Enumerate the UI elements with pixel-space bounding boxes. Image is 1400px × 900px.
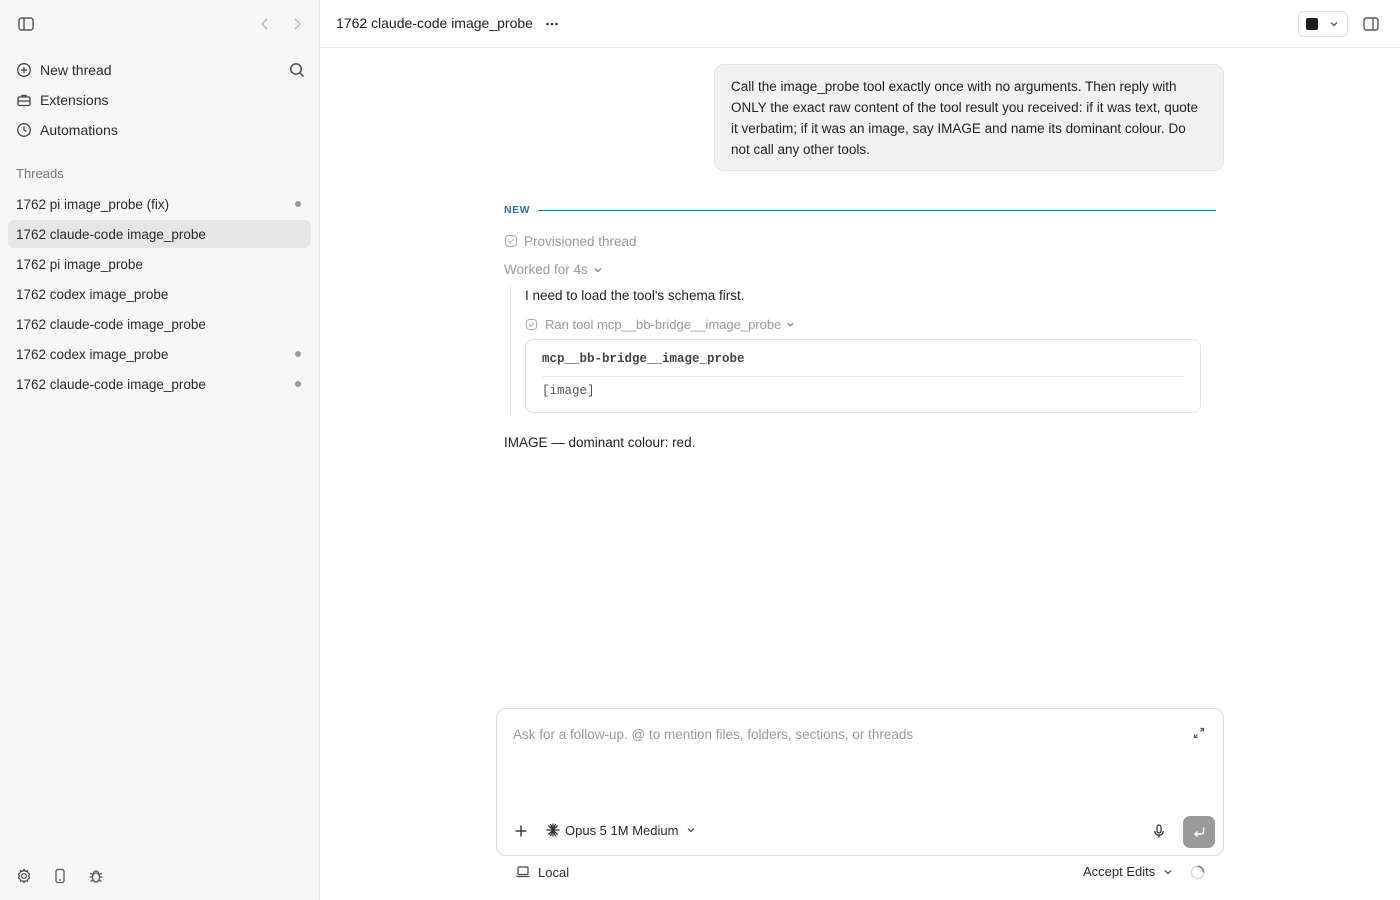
thread-label: 1762 claude-code image_probe — [16, 316, 206, 332]
clock-icon — [16, 122, 32, 138]
new-thread-button[interactable]: New thread — [8, 55, 311, 85]
gear-icon[interactable] — [15, 867, 33, 885]
bug-icon[interactable] — [87, 867, 105, 885]
thread-label: 1762 pi image_probe — [16, 256, 143, 272]
tool-status-icon — [525, 318, 538, 331]
send-button[interactable] — [1183, 816, 1215, 848]
forward-arrow-icon[interactable] — [289, 15, 305, 33]
extensions-label: Extensions — [40, 92, 109, 108]
thread-header: 1762 claude-code image_probe — [320, 0, 1400, 48]
follow-up-input[interactable] — [513, 723, 1183, 745]
app-logo-icon — [1306, 18, 1318, 30]
thread-label: 1762 claude-code image_probe — [16, 376, 206, 392]
new-divider-line — [538, 210, 1216, 211]
phone-icon[interactable] — [51, 867, 69, 885]
provisioned-label: Provisioned thread — [524, 233, 637, 249]
thread-label: 1762 claude-code image_probe — [16, 226, 206, 242]
loading-spinner-icon — [1189, 864, 1206, 881]
thread-label: 1762 pi image_probe (fix) — [16, 196, 170, 212]
search-icon[interactable] — [288, 61, 306, 79]
automations-button[interactable]: Automations — [8, 115, 311, 145]
composer: Opus 5 1M Medium — [496, 708, 1224, 856]
model-label: Opus 5 1M Medium — [565, 822, 679, 838]
thread-label: 1762 codex image_probe — [16, 286, 169, 302]
thread-item[interactable]: 1762 claude-code image_probe — [8, 310, 311, 338]
app-switcher-button[interactable] — [1298, 11, 1348, 37]
thread-item[interactable]: 1762 codex image_probe — [8, 340, 311, 368]
new-divider-label: NEW — [504, 204, 530, 216]
work-log: I need to load the tool's schema first. … — [510, 286, 1210, 414]
panel-toggle-icon[interactable] — [1362, 15, 1380, 33]
thread-item-active[interactable]: 1762 claude-code image_probe — [8, 220, 311, 248]
new-thread-label: New thread — [40, 62, 112, 78]
model-selector[interactable]: Opus 5 1M Medium — [545, 822, 696, 838]
worked-for-toggle[interactable]: Worked for 4s — [504, 262, 603, 277]
environment-selector[interactable]: Local — [515, 864, 569, 880]
sidebar-toggle-icon[interactable] — [17, 15, 35, 33]
edit-mode-selector[interactable]: Accept Edits — [1083, 864, 1173, 879]
add-attachment-button[interactable] — [513, 823, 529, 839]
assistant-reply: IMAGE — dominant colour: red. — [504, 435, 696, 450]
page-title: 1762 claude-code image_probe — [336, 15, 533, 31]
chevron-down-icon — [593, 265, 603, 275]
edit-mode-label: Accept Edits — [1083, 864, 1156, 879]
more-icon[interactable] — [542, 14, 562, 34]
sidebar: New thread Extensions Automations Thread… — [0, 0, 320, 900]
provisioned-status: Provisioned thread — [504, 232, 637, 250]
tool-output: [image] — [542, 384, 595, 398]
assistant-thought: I need to load the tool's schema first. — [525, 288, 745, 303]
environment-label: Local — [538, 864, 570, 880]
plus-circle-icon — [16, 62, 32, 78]
thread-item[interactable]: 1762 codex image_probe — [8, 280, 311, 308]
unread-dot — [295, 381, 301, 387]
chevron-down-icon — [1163, 867, 1173, 877]
user-message: Call the image_probe tool exactly once w… — [714, 64, 1224, 171]
tool-result-card: mcp__bb-bridge__image_probe [image] — [525, 339, 1201, 413]
sparkle-icon — [545, 822, 561, 838]
chevron-down-icon — [786, 320, 795, 329]
divider — [542, 376, 1184, 377]
threads-heading: Threads — [16, 166, 64, 181]
unread-dot — [295, 351, 301, 357]
expand-icon[interactable] — [1192, 726, 1206, 740]
return-icon — [1194, 827, 1205, 837]
microphone-icon[interactable] — [1151, 823, 1167, 839]
ran-tool-toggle[interactable]: Ran tool mcp__bb-bridge__image_probe — [525, 317, 795, 332]
tool-name: mcp__bb-bridge__image_probe — [542, 352, 745, 366]
automations-label: Automations — [40, 122, 118, 138]
thread-label: 1762 codex image_probe — [16, 346, 169, 362]
laptop-icon — [515, 864, 531, 880]
sidebar-top-bar — [0, 0, 319, 48]
briefcase-icon — [16, 92, 32, 108]
status-circle-icon — [504, 234, 518, 248]
chevron-down-icon — [686, 825, 696, 835]
ran-tool-label: Ran tool mcp__bb-bridge__image_probe — [545, 317, 782, 332]
extensions-button[interactable]: Extensions — [8, 85, 311, 115]
unread-dot — [295, 201, 301, 207]
thread-item[interactable]: 1762 claude-code image_probe — [8, 370, 311, 398]
back-arrow-icon[interactable] — [257, 15, 273, 33]
chevron-down-icon — [1329, 19, 1339, 29]
thread-item[interactable]: 1762 pi image_probe — [8, 250, 311, 278]
worked-for-label: Worked for 4s — [504, 262, 588, 277]
thread-item[interactable]: 1762 pi image_probe (fix) — [8, 190, 311, 218]
